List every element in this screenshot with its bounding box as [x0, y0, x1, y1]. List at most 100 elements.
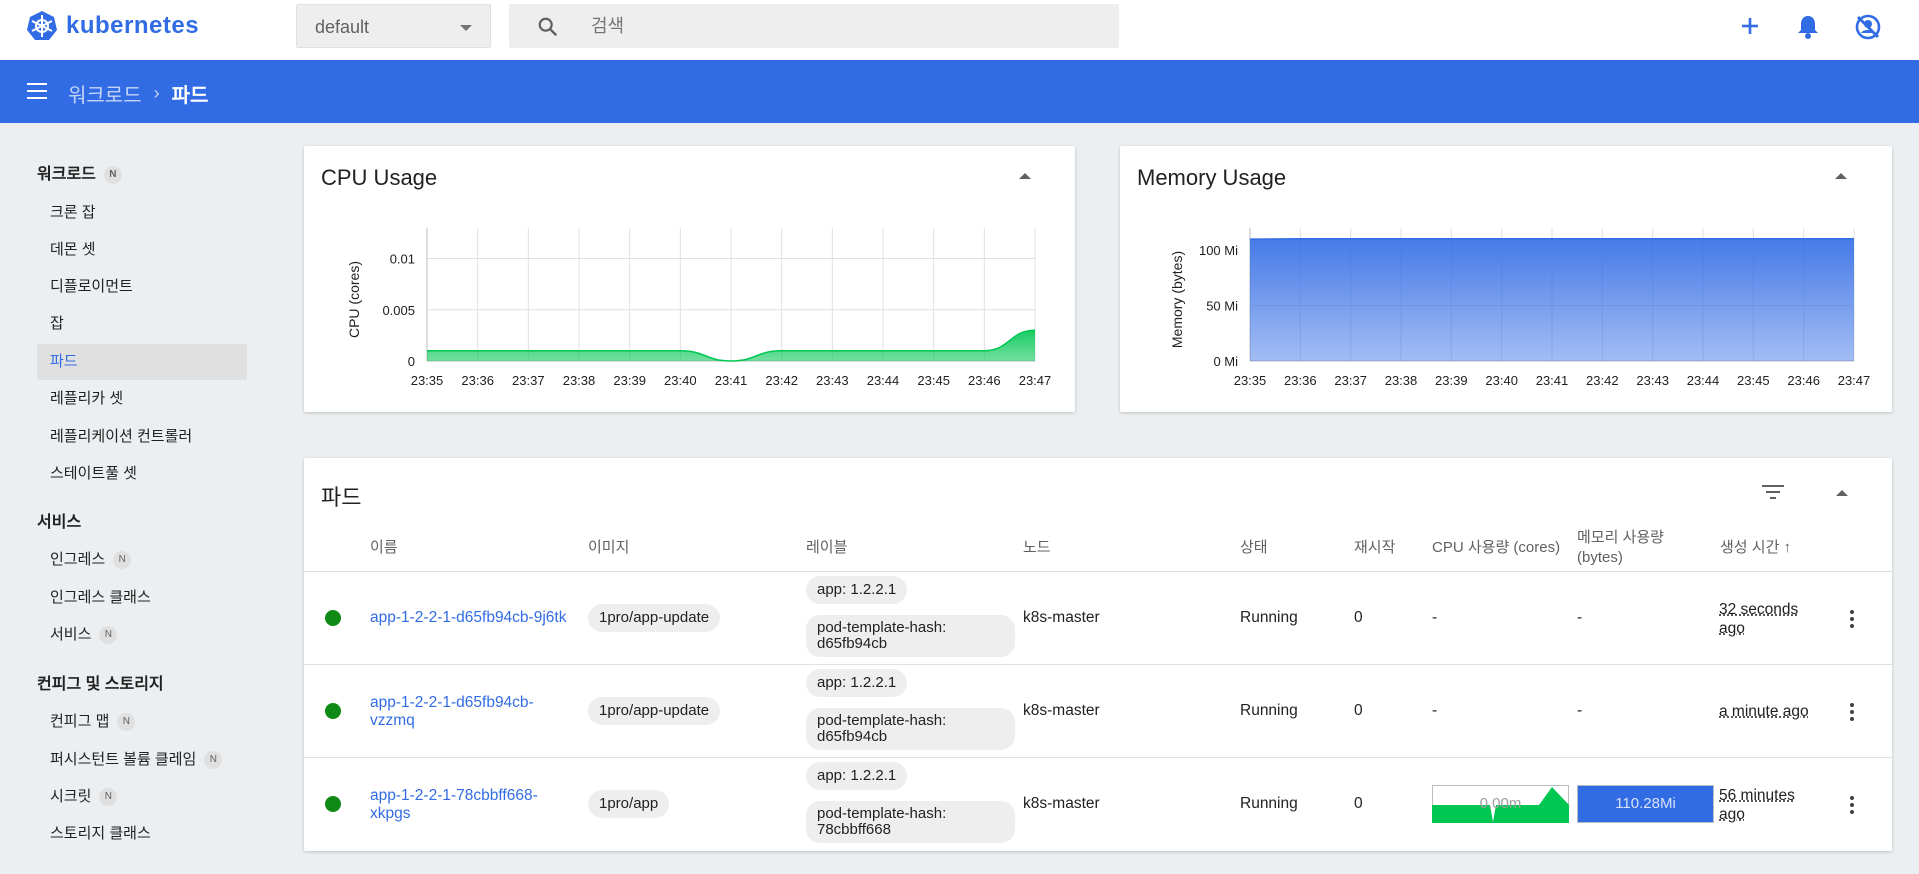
col-header-created[interactable]: 생성 시간 ↑ [1720, 538, 1791, 558]
more-vert-icon[interactable] [1850, 703, 1854, 724]
sidebar: 워크로드 N 크론 잡 데몬 셋 디플로이먼트 잡 파드 레플리카 셋 레플리케이… [0, 123, 274, 874]
node-cell[interactable]: k8s-master [1023, 702, 1100, 720]
x-tick-label: 23:47 [1838, 373, 1871, 388]
x-tick-label: 23:39 [1435, 373, 1468, 388]
search-bar[interactable] [509, 4, 1119, 48]
col-header-name[interactable]: 이름 [370, 538, 398, 558]
x-tick-label: 23:36 [461, 373, 494, 388]
x-tick-label: 23:43 [816, 373, 849, 388]
y-axis-label: Memory (bytes) [1169, 251, 1185, 348]
collapse-icon[interactable] [1836, 490, 1848, 496]
new-badge: N [99, 788, 118, 807]
x-tick-label: 23:37 [512, 373, 545, 388]
sidebar-item-cronjobs[interactable]: 크론 잡 [37, 195, 247, 231]
label-chip: pod-template-hash: d65fb94cb [806, 615, 1015, 657]
sidebar-item-pods[interactable]: 파드 [37, 344, 247, 380]
sidebar-item-secrets[interactable]: 시크릿 N [37, 779, 247, 815]
add-icon[interactable] [1739, 15, 1761, 37]
sidebar-item-services[interactable]: 서비스 N [37, 617, 247, 653]
table-row[interactable]: app-1-2-2-1-78cbbff668-xkpgs 1pro/app ap… [304, 757, 1892, 851]
image-chip: 1pro/app-update [588, 697, 721, 725]
sidebar-item-daemonsets[interactable]: 데몬 셋 [37, 232, 247, 268]
label-chip: app: 1.2.2.1 [806, 669, 908, 697]
item-label: 인그레스 클래스 [50, 589, 151, 606]
status-running-dot [325, 796, 341, 812]
x-tick-label: 23:45 [1737, 373, 1770, 388]
table-row[interactable]: app-1-2-2-1-d65fb94cb-vzzmq 1pro/app-upd… [304, 664, 1892, 757]
namespace-select[interactable]: default [296, 4, 491, 48]
x-tick-label: 23:42 [765, 373, 798, 388]
y-tick-label: 0 [408, 354, 415, 369]
sidebar-section-config-storage[interactable]: 컨피그 및 스토리지 [37, 670, 164, 694]
item-label: 인그레스 [50, 551, 106, 568]
new-badge: N [204, 751, 223, 770]
brand-name: kubernetes [66, 12, 200, 39]
more-vert-icon[interactable] [1850, 796, 1854, 817]
section-label: 워크로드 [37, 166, 96, 183]
y-tick-label: 0.01 [390, 252, 415, 267]
sidebar-item-storageclasses[interactable]: 스토리지 클래스 [37, 816, 247, 852]
account-off-icon[interactable] [1854, 13, 1882, 41]
age-cell: 56 minutes ago [1719, 787, 1795, 823]
sidebar-item-replicationcontrollers[interactable]: 레플리케이션 컨트롤러 [37, 419, 247, 455]
y-axis-label: CPU (cores) [346, 261, 362, 338]
menu-icon[interactable] [27, 83, 47, 99]
x-tick-label: 23:45 [917, 373, 950, 388]
sidebar-section-services[interactable]: 서비스 [37, 508, 81, 532]
x-tick-label: 23:39 [613, 373, 646, 388]
chevron-right-icon: › [153, 83, 160, 103]
search-icon [538, 17, 558, 37]
sidebar-item-ingressclasses[interactable]: 인그레스 클래스 [37, 580, 247, 616]
x-tick-label: 23:43 [1636, 373, 1669, 388]
image-chip: 1pro/app [588, 790, 670, 818]
x-tick-label: 23:47 [1019, 373, 1052, 388]
memory-cell: - [1577, 702, 1583, 719]
col-header-cpu: CPU 사용량 (cores) [1432, 539, 1561, 556]
age-cell: 32 seconds ago [1719, 601, 1799, 637]
x-tick-label: 23:41 [1536, 373, 1569, 388]
restarts-cell: 0 [1354, 795, 1363, 812]
sidebar-item-deployments[interactable]: 디플로이먼트 [37, 269, 247, 305]
sidebar-item-statefulsets[interactable]: 스테이트풀 셋 [37, 456, 247, 492]
sidebar-item-jobs[interactable]: 잡 [37, 306, 247, 342]
pod-name-link[interactable]: app-1-2-2-1-78cbbff668-xkpgs [370, 787, 570, 823]
cpu-usage-card: CPU Usage 23:35 23:36 23:37 23:38 23:39 23:40… [304, 146, 1075, 412]
label-chip: pod-template-hash: 78cbbff668 [806, 801, 1015, 843]
col-header-status: 상태 [1240, 539, 1268, 556]
sidebar-item-replicasets[interactable]: 레플리카 셋 [37, 381, 247, 417]
status-cell: Running [1240, 702, 1298, 719]
image-chip: 1pro/app-update [588, 604, 721, 632]
pod-name-link[interactable]: app-1-2-2-1-d65fb94cb-vzzmq [370, 694, 570, 730]
age-cell: a minute ago [1719, 703, 1809, 720]
breadcrumb: 워크로드 › 파드 [68, 79, 208, 108]
col-header-restarts: 재시작 [1354, 539, 1396, 556]
series-area [1250, 238, 1854, 361]
node-cell[interactable]: k8s-master [1023, 609, 1100, 627]
bell-icon[interactable] [1796, 14, 1820, 40]
top-bar: kubernetes default [0, 0, 1919, 60]
sidebar-item-pvcs[interactable]: 퍼시스턴트 볼륨 클레임 N [37, 742, 247, 778]
sidebar-item-configmaps[interactable]: 컨피그 맵 N [37, 704, 247, 740]
filter-icon[interactable] [1761, 482, 1785, 502]
node-cell[interactable]: k8s-master [1023, 795, 1100, 813]
new-badge: N [113, 551, 132, 570]
memory-chart: 23:35 23:36 23:37 23:38 23:39 23:40 23:41 23:42… [1169, 228, 1871, 388]
x-tick-label: 23:46 [968, 373, 1001, 388]
more-vert-icon[interactable] [1850, 610, 1854, 631]
table-row[interactable]: app-1-2-2-1-d65fb94cb-9j6tk 1pro/app-upd… [304, 571, 1892, 664]
pod-name-link[interactable]: app-1-2-2-1-d65fb94cb-9j6tk [370, 609, 570, 627]
page-header: 워크로드 › 파드 [0, 60, 1919, 123]
item-label: 시크릿 [50, 788, 92, 805]
breadcrumb-parent[interactable]: 워크로드 [68, 79, 142, 108]
sidebar-section-workloads[interactable]: 워크로드 N [37, 160, 122, 184]
col-header-memory: 메모리 사용량 (bytes) [1577, 529, 1664, 566]
col-header-labels: 레이블 [806, 539, 848, 556]
sidebar-item-ingresses[interactable]: 인그레스 N [37, 542, 247, 578]
namespace-value: default [315, 17, 370, 37]
logo[interactable]: kubernetes [26, 10, 199, 42]
search-input[interactable] [591, 14, 1091, 38]
item-label: 퍼시스턴트 볼륨 클레임 [50, 751, 197, 768]
item-label: 컨피그 맵 [50, 713, 110, 730]
y-tick-label: 0.005 [382, 303, 415, 318]
status-running-dot [325, 703, 341, 719]
